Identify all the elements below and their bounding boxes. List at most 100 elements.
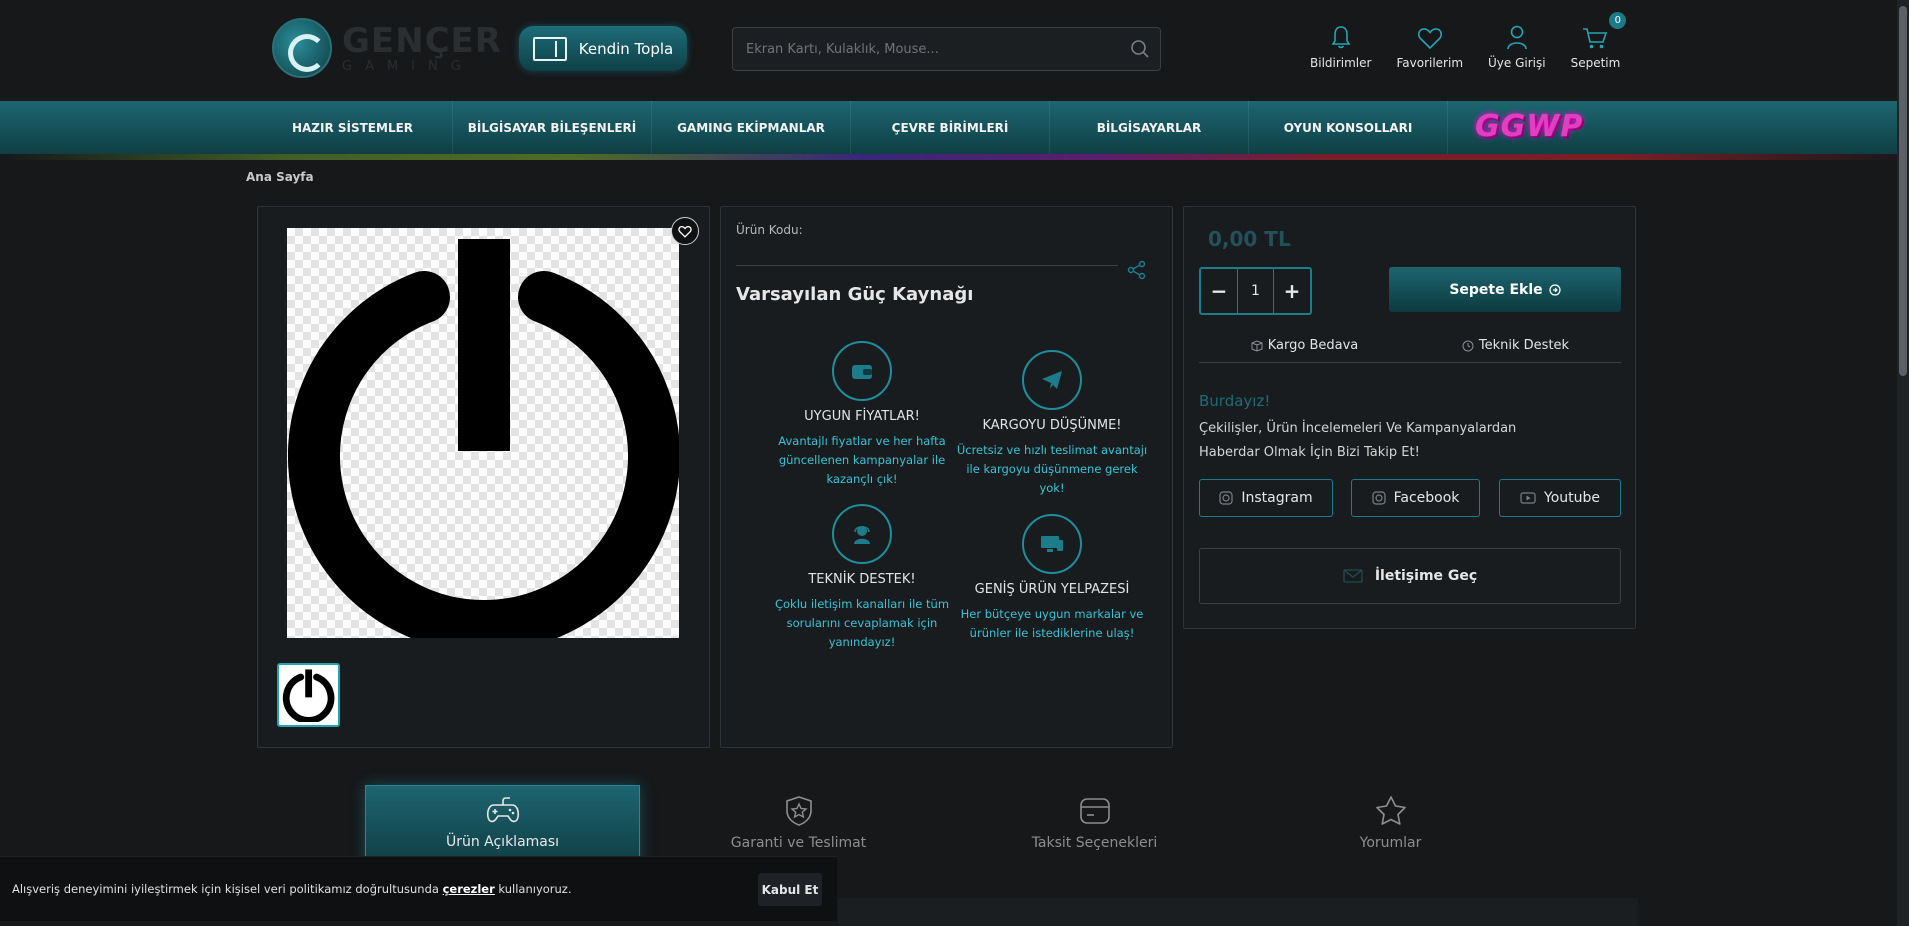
tab-label: Garanti ve Teslimat bbox=[730, 835, 867, 851]
add-to-favorites-button[interactable] bbox=[671, 217, 699, 245]
card-icon bbox=[1079, 798, 1110, 824]
favorites-label: Favorilerim bbox=[1396, 56, 1464, 70]
page-scrollbar[interactable] bbox=[1897, 0, 1909, 926]
search-input[interactable] bbox=[733, 28, 1120, 70]
product-thumbnail[interactable] bbox=[277, 663, 340, 727]
cookie-text: Alışveriş deneyimini iyileştirmek için k… bbox=[12, 882, 572, 896]
instagram-icon bbox=[1371, 491, 1386, 505]
box-icon bbox=[1251, 339, 1263, 352]
breadcrumb[interactable]: Ana Sayfa bbox=[246, 170, 314, 184]
feature-description: Avantajlı fiyatlar ve her hafta güncelle… bbox=[778, 434, 946, 486]
cart-count-badge: 0 bbox=[1609, 12, 1627, 29]
instagram-button[interactable]: Instagram bbox=[1199, 479, 1333, 517]
youtube-button[interactable]: Youtube bbox=[1499, 479, 1621, 517]
nav-item-ready-systems[interactable]: HAZIR SİSTEMLER bbox=[253, 101, 453, 154]
gamepad-icon bbox=[486, 797, 519, 823]
nav-item-components[interactable]: BİLGİSAYAR BİLEŞENLERİ bbox=[453, 101, 652, 154]
feature-item: GENİŞ ÜRÜN YELPAZESİ Her bütçeye uygun m… bbox=[952, 514, 1152, 643]
clock-icon bbox=[1462, 340, 1474, 351]
contact-label: İletişime Geç bbox=[1374, 568, 1478, 584]
instagram-icon bbox=[1219, 491, 1233, 505]
quantity-increase-button[interactable]: + bbox=[1274, 269, 1310, 313]
search-bar bbox=[732, 27, 1161, 71]
login-label: Üye Girişi bbox=[1488, 56, 1546, 70]
logo-name: GENÇER bbox=[342, 20, 502, 61]
power-icon bbox=[282, 669, 335, 724]
heart-icon bbox=[678, 225, 692, 238]
notifications-button[interactable]: Bildirimler bbox=[1310, 16, 1371, 70]
build-label: Kendin Topla bbox=[578, 39, 674, 58]
favorites-button[interactable]: Favorilerim bbox=[1396, 16, 1463, 70]
facebook-button[interactable]: Facebook bbox=[1351, 479, 1480, 517]
shield-star-icon bbox=[785, 796, 812, 826]
build-your-own-button[interactable]: Kendin Topla bbox=[519, 26, 687, 71]
cookie-accept-button[interactable]: Kabul Et bbox=[758, 873, 822, 906]
site-logo[interactable]: GENÇER GAMING bbox=[272, 18, 502, 78]
feature-title: TEKNİK DESTEK! bbox=[808, 572, 916, 587]
add-to-cart-button[interactable]: Sepete Ekle bbox=[1389, 267, 1621, 312]
tab-label: Taksit Seçenekleri bbox=[1031, 835, 1158, 851]
star-icon bbox=[1375, 796, 1406, 825]
quantity-decrease-button[interactable]: − bbox=[1201, 269, 1237, 313]
product-main-image[interactable] bbox=[287, 228, 680, 653]
follow-title: Burdayız! bbox=[1199, 392, 1271, 410]
nav-rainbow-divider bbox=[0, 154, 1909, 160]
product-info-panel: Ürün Kodu: Varsayılan Güç Kaynağı UYGUN … bbox=[720, 206, 1173, 748]
site-header: GENÇER GAMING Kendin Topla Bildirimler F… bbox=[0, 0, 1909, 101]
monitor-icon bbox=[1022, 514, 1082, 574]
tab-label: Ürün Açıklaması bbox=[445, 834, 560, 850]
facebook-label: Facebook bbox=[1393, 490, 1460, 506]
search-icon[interactable] bbox=[1120, 29, 1160, 69]
nav-item-computers[interactable]: BİLGİSAYARLAR bbox=[1050, 101, 1249, 154]
youtube-label: Youtube bbox=[1544, 490, 1600, 506]
free-shipping-label: Kargo Bedava bbox=[1267, 338, 1359, 353]
feature-item: TEKNİK DESTEK! Çoklu iletişim kanalları … bbox=[762, 504, 962, 652]
add-to-cart-label: Sepete Ekle bbox=[1449, 281, 1543, 298]
product-image-panel bbox=[257, 206, 710, 748]
quantity-input[interactable]: 1 bbox=[1237, 269, 1274, 313]
wallet-icon bbox=[832, 341, 892, 401]
feature-description: Her bütçeye uygun markalar ve ürünler il… bbox=[960, 607, 1144, 640]
logo-subtitle: GAMING bbox=[342, 58, 474, 74]
mail-icon bbox=[1343, 569, 1363, 583]
contact-button[interactable]: İletişime Geç bbox=[1199, 548, 1621, 604]
category-nav: HAZIR SİSTEMLER BİLGİSAYAR BİLEŞENLERİ G… bbox=[0, 101, 1909, 154]
nav-item-gaming-gear[interactable]: GAMING EKİPMANLAR bbox=[652, 101, 851, 154]
tech-support-label: Teknik Destek bbox=[1478, 338, 1570, 353]
cart-button[interactable]: 0 Sepetim bbox=[1571, 12, 1627, 70]
feature-description: Ücretsiz ve hızlı teslimat avantajı ile … bbox=[956, 443, 1148, 495]
quantity-stepper: − 1 + bbox=[1199, 267, 1312, 315]
nav-item-consoles[interactable]: OYUN KONSOLLARI bbox=[1249, 101, 1448, 154]
logo-mark-icon bbox=[272, 18, 332, 78]
follow-text: Çekilişler, Ürün İncelemeleri Ve Kampany… bbox=[1199, 421, 1517, 460]
ggwp-promo-logo[interactable]: GGWP bbox=[1475, 109, 1583, 144]
youtube-icon bbox=[1520, 492, 1536, 504]
header-actions: Bildirimler Favorilerim Üye Girişi 0 Sep… bbox=[1310, 12, 1645, 70]
share-icon[interactable] bbox=[1126, 259, 1148, 285]
tab-label: Yorumlar bbox=[1359, 835, 1422, 851]
product-code-row: Ürün Kodu: bbox=[736, 223, 1118, 266]
login-button[interactable]: Üye Girişi bbox=[1488, 16, 1546, 70]
notifications-label: Bildirimler bbox=[1310, 56, 1372, 70]
tab-installments[interactable]: Taksit Seçenekleri bbox=[957, 785, 1232, 873]
scrollbar-thumb[interactable] bbox=[1899, 6, 1907, 376]
nav-item-peripherals[interactable]: ÇEVRE BİRİMLERİ bbox=[851, 101, 1050, 154]
tab-content-area bbox=[838, 898, 1638, 926]
instagram-label: Instagram bbox=[1241, 490, 1313, 506]
feature-description: Çoklu iletişim kanalları ile tüm sorular… bbox=[774, 597, 950, 649]
product-title: Varsayılan Güç Kaynağı bbox=[736, 284, 974, 305]
feature-title: UYGUN FİYATLAR! bbox=[804, 409, 920, 424]
support-icon bbox=[832, 504, 892, 564]
send-icon bbox=[1022, 350, 1082, 410]
feature-item: KARGOYU DÜŞÜNME! Ücretsiz ve hızlı tesli… bbox=[952, 350, 1152, 498]
power-icon bbox=[288, 239, 680, 653]
heart-icon bbox=[1417, 16, 1443, 50]
tab-reviews[interactable]: Yorumlar bbox=[1253, 785, 1528, 873]
arrow-circle-icon bbox=[1549, 283, 1561, 296]
user-icon bbox=[1506, 16, 1528, 50]
cookie-banner: Alışveriş deneyimini iyileştirmek için k… bbox=[0, 856, 837, 921]
feature-title: GENİŞ ÜRÜN YELPAZESİ bbox=[974, 582, 1130, 597]
shipping-support-row: Kargo Bedava Teknik Destek bbox=[1199, 329, 1621, 363]
cookie-policy-link[interactable]: çerezler bbox=[443, 882, 495, 896]
cart-icon bbox=[1582, 16, 1608, 50]
